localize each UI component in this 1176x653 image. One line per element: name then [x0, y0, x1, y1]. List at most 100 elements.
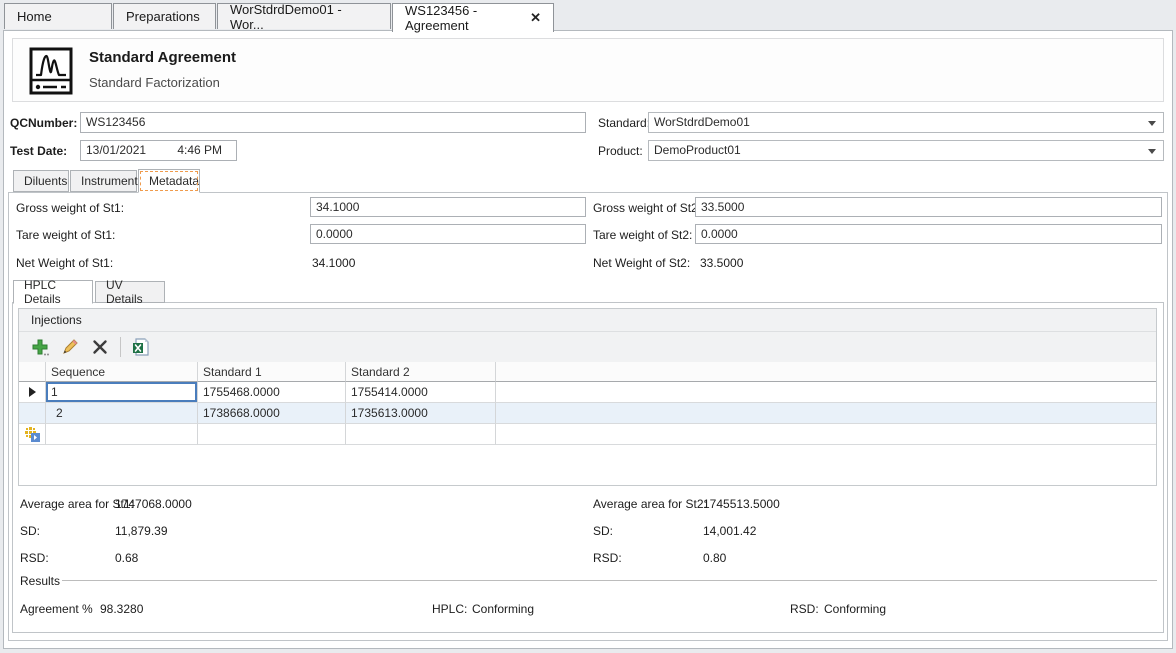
row-header-current[interactable]: [19, 382, 46, 403]
application-window: Home Preparations WorStdrdDemo01 - Wor..…: [0, 0, 1176, 653]
net-st1-label: Net Weight of St1:: [16, 256, 113, 270]
row-header-2[interactable]: [19, 403, 46, 424]
injections-toolbar: [19, 332, 1156, 362]
tab-instruments-label: Instruments: [81, 174, 144, 188]
delete-x-icon: [91, 338, 109, 356]
qcnumber-label: QCNumber:: [10, 116, 77, 130]
rsd-st1-value: 0.68: [115, 551, 138, 565]
tab-diluents[interactable]: Diluents: [13, 170, 69, 192]
net-st2-label: Net Weight of St2:: [593, 256, 690, 270]
testdate-label: Test Date:: [10, 144, 67, 158]
tab-hplc-details[interactable]: HPLC Details: [13, 280, 93, 304]
pencil-icon: [60, 337, 80, 357]
col-header-standard1[interactable]: Standard 1: [198, 362, 346, 382]
new-row-cell-standard1[interactable]: [198, 424, 346, 445]
doc-tab-home[interactable]: Home: [4, 3, 112, 29]
injections-grid: Sequence Standard 1 Standard 2 1 1755468…: [19, 362, 1156, 445]
results-group-title: Results: [20, 574, 60, 588]
rsd-result-value: Conforming: [824, 602, 886, 616]
standard-value: WorStdrdDemo01: [654, 115, 750, 129]
rsd-st2-value: 0.80: [703, 551, 726, 565]
grid-corner-cell: [19, 362, 46, 382]
grid-cell-standard2-2[interactable]: 1735613.0000: [346, 403, 496, 424]
toolbar-separator: [120, 337, 121, 357]
tab-diluents-label: Diluents: [24, 174, 67, 188]
grid-cell-sequence-2[interactable]: 2: [46, 403, 198, 424]
tab-instruments[interactable]: Instruments: [70, 170, 137, 192]
agreement-label: Agreement %: [20, 602, 93, 616]
grid-cell-standard1-1[interactable]: 1755468.0000: [198, 382, 346, 403]
sd-st2-value: 14,001.42: [703, 524, 756, 538]
qcnumber-input[interactable]: WS123456: [80, 112, 586, 133]
close-icon[interactable]: ✕: [530, 10, 541, 26]
gross-st1-input[interactable]: 34.1000: [310, 197, 586, 217]
page-title: Standard Agreement: [89, 49, 236, 66]
page-header: Standard Agreement Standard Factorizatio…: [12, 38, 1164, 102]
page-subtitle: Standard Factorization: [89, 75, 220, 90]
col-header-filler: [496, 362, 1156, 382]
rsd-st2-label: RSD:: [593, 551, 622, 565]
doc-tab-agreement[interactable]: WS123456 - Agreement ✕: [392, 3, 554, 32]
tab-metadata[interactable]: Metadata: [138, 169, 200, 193]
new-row-cell-standard2[interactable]: [346, 424, 496, 445]
new-row-header[interactable]: [19, 424, 46, 445]
hplc-result-value: Conforming: [472, 602, 534, 616]
testdate-time: 4:46 PM: [177, 143, 222, 158]
tare-st1-label: Tare weight of St1:: [16, 228, 115, 242]
tab-hplc-details-label: HPLC Details: [24, 278, 82, 306]
doc-tab-worstdrddemo-label: WorStdrdDemo01 - Wor...: [230, 2, 378, 32]
current-row-arrow-icon: [29, 387, 36, 397]
standard-select[interactable]: WorStdrdDemo01: [648, 112, 1164, 133]
grid-cell-filler-1: [496, 382, 1156, 403]
sd-st2-label: SD:: [593, 524, 613, 538]
plus-icon: [30, 337, 50, 357]
avg-st1-value: 1747068.0000: [115, 497, 192, 511]
grid-cell-filler-2: [496, 403, 1156, 424]
grid-cell-standard2-1[interactable]: 1755414.0000: [346, 382, 496, 403]
doc-tab-worstdrddemo[interactable]: WorStdrdDemo01 - Wor...: [217, 3, 391, 29]
doc-tab-preparations-label: Preparations: [126, 9, 200, 24]
gross-st1-label: Gross weight of St1:: [16, 201, 124, 215]
tare-st2-label: Tare weight of St2:: [593, 228, 692, 242]
rsd-result-label: RSD:: [790, 602, 819, 616]
net-st1-value: 34.1000: [312, 256, 355, 270]
doc-tab-home-label: Home: [17, 9, 52, 24]
sd-st1-label: SD:: [20, 524, 40, 538]
excel-icon: [131, 337, 151, 357]
product-label: Product:: [598, 144, 643, 158]
col-header-standard2[interactable]: Standard 2: [346, 362, 496, 382]
gross-st2-input[interactable]: 33.5000: [695, 197, 1162, 217]
grid-cell-sequence-1[interactable]: 1: [46, 382, 198, 403]
tab-metadata-label: Metadata: [149, 174, 199, 188]
gross-st2-label: Gross weight of St2:: [593, 201, 701, 215]
product-value: DemoProduct01: [654, 143, 741, 157]
product-select[interactable]: DemoProduct01: [648, 140, 1164, 161]
injections-group: Injections: [18, 308, 1157, 486]
doc-tab-preparations[interactable]: Preparations: [113, 3, 216, 29]
col-header-sequence[interactable]: Sequence: [46, 362, 198, 382]
hplc-result-label: HPLC:: [432, 602, 467, 616]
grid-cell-standard1-2[interactable]: 1738668.0000: [198, 403, 346, 424]
delete-row-button[interactable]: [87, 335, 113, 359]
tab-uv-details[interactable]: UV Details: [95, 281, 165, 303]
rsd-st1-label: RSD:: [20, 551, 49, 565]
tab-uv-details-label: UV Details: [106, 278, 154, 306]
chevron-down-icon: [1148, 121, 1156, 126]
tare-st1-input[interactable]: 0.0000: [310, 224, 586, 244]
agreement-value: 98.3280: [100, 602, 143, 616]
edit-row-button[interactable]: [57, 335, 83, 359]
tare-st2-input[interactable]: 0.0000: [695, 224, 1162, 244]
export-excel-button[interactable]: [128, 335, 154, 359]
avg-st2-value: 1745513.5000: [703, 497, 780, 511]
new-row-cell-filler: [496, 424, 1156, 445]
avg-st2-label: Average area for St2:: [593, 497, 707, 511]
new-row-cell-sequence[interactable]: [46, 424, 198, 445]
injections-group-title: Injections: [19, 309, 1156, 332]
new-row-icon: [24, 426, 40, 442]
testdate-date: 13/01/2021: [86, 143, 174, 158]
chromatogram-icon: [29, 47, 73, 98]
add-row-button[interactable]: [27, 335, 53, 359]
doc-tab-agreement-label: WS123456 - Agreement: [405, 3, 520, 33]
chevron-down-icon: [1148, 149, 1156, 154]
testdate-input[interactable]: 13/01/2021 4:46 PM: [80, 140, 237, 161]
